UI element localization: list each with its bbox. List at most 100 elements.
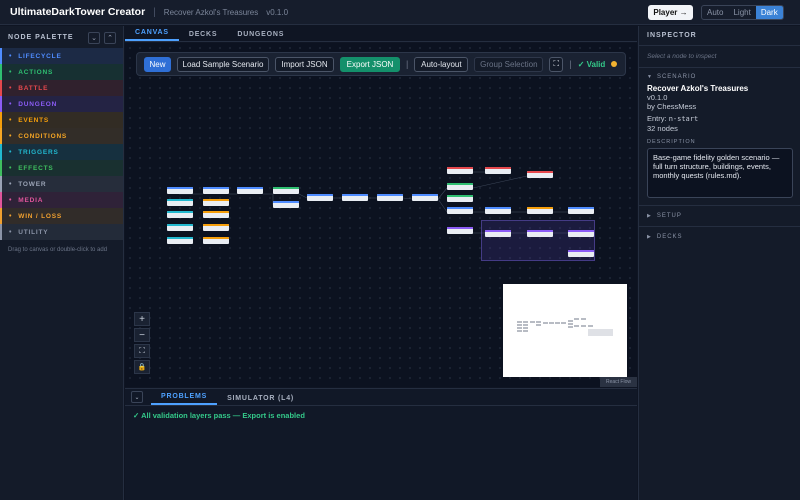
status-dot-icon <box>611 61 618 67</box>
inspector-author: by ChessMess <box>647 102 697 111</box>
minimap[interactable] <box>503 284 627 377</box>
palette-category-dungeon[interactable]: • DUNGEON <box>0 96 123 112</box>
caret-right-icon: ▶ <box>647 213 652 219</box>
flow-node[interactable] <box>447 207 473 214</box>
flow-node[interactable] <box>527 171 553 178</box>
flow-node[interactable] <box>167 224 193 231</box>
entry-value: n-start <box>668 115 699 123</box>
palette-category-conditions[interactable]: • CONDITIONS <box>0 128 123 144</box>
flow-node[interactable] <box>377 194 403 201</box>
toolbar-separator: | <box>569 59 572 69</box>
flow-node[interactable] <box>485 230 511 237</box>
top-bar: UltimateDarkTower Creator | Recover Azko… <box>0 0 800 25</box>
theme-light-option[interactable]: Light <box>728 6 755 19</box>
palette-category-lifecycle[interactable]: • LIFECYCLE <box>0 48 123 64</box>
player-button[interactable]: Player → <box>648 5 693 20</box>
palette-category-battle[interactable]: • BATTLE <box>0 80 123 96</box>
flow-canvas[interactable]: New Load Sample Scenario Import JSON Exp… <box>125 43 637 387</box>
inspector-hint: Select a node to inspect <box>639 46 800 68</box>
palette-hint: Drag to canvas or double-click to add <box>8 247 108 253</box>
flow-node[interactable] <box>203 237 229 244</box>
flow-node[interactable] <box>447 227 473 234</box>
scenario-section-header[interactable]: ▼ SCENARIO <box>639 68 800 84</box>
flow-node[interactable] <box>447 183 473 190</box>
react-flow-attribution[interactable]: React Flow <box>600 377 637 387</box>
zoom-out-icon[interactable]: − <box>134 328 150 342</box>
decks-section-header[interactable]: ▶ DECKS <box>639 226 800 247</box>
validity-indicator: ✓ Valid <box>577 59 606 69</box>
flow-node[interactable] <box>167 237 193 244</box>
bottom-panel: ⌄ PROBLEMS SIMULATOR (L4) ✓ All validati… <box>125 388 637 500</box>
flow-node[interactable] <box>203 199 229 206</box>
flow-node[interactable] <box>527 207 553 214</box>
flow-node[interactable] <box>342 194 368 201</box>
flow-node[interactable] <box>273 201 299 208</box>
palette-category-tower[interactable]: • TOWER <box>0 176 123 192</box>
collapse-all-icon[interactable]: ⌃ <box>104 32 116 44</box>
expand-all-icon[interactable]: ⌄ <box>88 32 100 44</box>
flow-node[interactable] <box>568 230 594 237</box>
app-title: UltimateDarkTower Creator <box>10 6 146 18</box>
scenario-name: Recover Azkol's Treasures <box>163 7 259 17</box>
description-field[interactable]: Base-game fidelity golden scenario — ful… <box>647 148 793 198</box>
description-label: DESCRIPTION <box>647 139 696 145</box>
scenario-version: v0.1.0 <box>266 7 289 17</box>
flow-node[interactable] <box>447 167 473 174</box>
load-sample-button[interactable]: Load Sample Scenario <box>177 56 269 72</box>
flow-node[interactable] <box>568 207 594 214</box>
palette-category-media[interactable]: • MEDIA <box>0 192 123 208</box>
theme-toggle: Auto Light Dark <box>701 5 784 20</box>
setup-section-header[interactable]: ▶ SETUP <box>639 205 800 226</box>
tab-simulator[interactable]: SIMULATOR (L4) <box>217 395 304 405</box>
flow-node[interactable] <box>568 250 594 257</box>
lock-icon[interactable]: 🔒 <box>134 360 150 374</box>
toolbar-separator: | <box>406 59 409 69</box>
caret-right-icon: ▶ <box>647 234 652 240</box>
palette-category-win-loss[interactable]: • WIN / LOSS <box>0 208 123 224</box>
inspector-scenario-title: Recover Azkol's Treasures <box>647 84 749 93</box>
new-button[interactable]: New <box>144 56 171 72</box>
flow-node[interactable] <box>167 199 193 206</box>
fit-view-control-icon[interactable]: ⛶ <box>134 344 150 358</box>
palette-category-utility[interactable]: • UTILITY <box>0 224 123 240</box>
export-json-button[interactable]: Export JSON <box>340 56 400 72</box>
flow-node[interactable] <box>307 194 333 201</box>
palette-category-effects[interactable]: • EFFECTS <box>0 160 123 176</box>
zoom-controls: + − ⛶ 🔒 <box>134 312 150 374</box>
flow-node[interactable] <box>527 230 553 237</box>
collapse-panel-icon[interactable]: ⌄ <box>131 391 143 403</box>
palette-category-triggers[interactable]: • TRIGGERS <box>0 144 123 160</box>
inspector-node-count: 32 nodes <box>647 124 678 133</box>
flow-node[interactable] <box>203 211 229 218</box>
theme-dark-option[interactable]: Dark <box>755 6 783 19</box>
palette-category-actions[interactable]: • ACTIONS <box>0 64 123 80</box>
fit-view-icon[interactable]: ⛶ <box>549 56 564 72</box>
flow-node[interactable] <box>412 194 438 201</box>
inspector-entry: Entry: n-start <box>647 114 699 123</box>
import-json-button[interactable]: Import JSON <box>275 56 334 72</box>
auto-layout-button[interactable]: Auto-layout <box>414 56 469 72</box>
flow-node[interactable] <box>273 187 299 194</box>
inspector-version: v0.1.0 <box>647 93 668 102</box>
node-palette: NODE PALETTE ⌄ ⌃ • LIFECYCLE • ACTIONS • BATT… <box>0 26 124 500</box>
group-selection-button[interactable]: Group Selection <box>474 56 544 72</box>
flow-node[interactable] <box>485 167 511 174</box>
flow-node[interactable] <box>447 195 473 202</box>
canvas-toolbar: New Load Sample Scenario Import JSON Exp… <box>136 52 626 76</box>
title-separator: | <box>153 6 156 18</box>
inspector-panel: INSPECTOR Select a node to inspect ▼ SCEN… <box>638 26 800 500</box>
palette-category-events[interactable]: • EVENTS <box>0 112 123 128</box>
tab-dungeons[interactable]: DUNGEONS <box>227 31 294 41</box>
flow-node[interactable] <box>203 224 229 231</box>
theme-auto-option[interactable]: Auto <box>702 6 728 19</box>
tab-decks[interactable]: DECKS <box>179 31 228 41</box>
flow-node[interactable] <box>167 187 193 194</box>
flow-node[interactable] <box>203 187 229 194</box>
flow-node[interactable] <box>485 207 511 214</box>
flow-node[interactable] <box>237 187 263 194</box>
tab-problems[interactable]: PROBLEMS <box>151 393 218 405</box>
palette-category-list: • LIFECYCLE • ACTIONS • BATTLE • DUNGEON • EVENTS… <box>0 48 123 240</box>
zoom-in-icon[interactable]: + <box>134 312 150 326</box>
flow-node[interactable] <box>167 211 193 218</box>
tab-canvas[interactable]: CANVAS <box>125 29 179 41</box>
